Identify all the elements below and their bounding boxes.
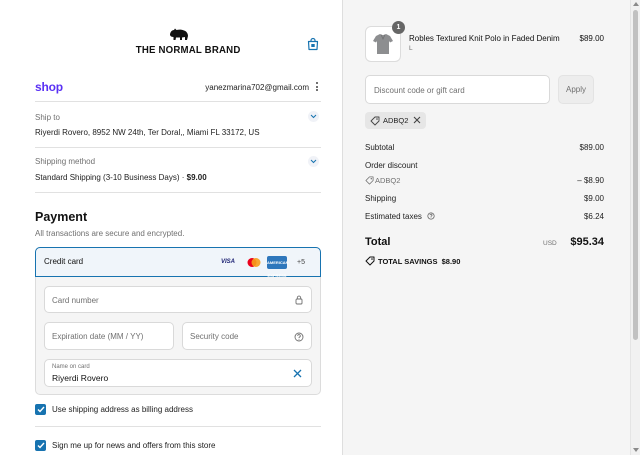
estimated-taxes-label: Estimated taxes xyxy=(365,212,435,221)
expiration-date-field[interactable]: Expiration date (MM / YY) xyxy=(44,322,174,350)
more-card-brands: +5 xyxy=(297,259,305,266)
ship-to-address: Riyerdi Rovero, 8952 NW 24th, Ter Doral,… xyxy=(35,128,260,137)
billing-same-label: Use shipping address as billing address xyxy=(52,405,193,414)
help-icon[interactable] xyxy=(427,212,435,220)
newsletter-checkbox[interactable] xyxy=(35,440,46,451)
checkmark-icon xyxy=(37,442,45,449)
subtotal-label: Subtotal xyxy=(365,143,395,152)
security-code-placeholder: Security code xyxy=(190,332,239,341)
ship-to-expand-button[interactable] xyxy=(308,111,319,122)
shipping-method-value: Standard Shipping (3-10 Business Days) ·… xyxy=(35,173,207,182)
security-code-field[interactable]: Security code xyxy=(182,322,312,350)
checkmark-icon xyxy=(37,406,45,413)
checkout-main-panel: THE NORMAL BRAND shop yanezmarina702@gma… xyxy=(0,0,343,455)
card-number-field[interactable]: Card number xyxy=(44,286,312,313)
page-scrollbar[interactable] xyxy=(630,0,640,455)
name-on-card-field[interactable]: Name on card Riyerdi Rovero xyxy=(44,359,312,387)
card-number-placeholder: Card number xyxy=(52,296,99,305)
brand-name: THE NORMAL BRAND xyxy=(135,44,241,56)
shipping-method-label: Shipping method xyxy=(35,157,96,166)
newsletter-label: Sign me up for news and offers from this… xyxy=(52,441,216,450)
expiration-placeholder: Expiration date (MM / YY) xyxy=(52,332,144,341)
applied-discount-tag: ADBQ2 xyxy=(365,112,426,129)
divider xyxy=(35,101,321,102)
scroll-up-arrow-icon[interactable] xyxy=(633,2,639,6)
shipping-label: Shipping xyxy=(365,194,397,203)
name-on-card-value: Riyerdi Rovero xyxy=(52,373,109,383)
total-value: $95.34 xyxy=(570,236,604,248)
product-variant: L xyxy=(409,45,413,52)
credit-card-option[interactable]: Credit card VISA AMERICAN EXPRESS +5 xyxy=(35,247,321,278)
shopping-bag-icon[interactable] xyxy=(306,37,320,51)
total-label: Total xyxy=(365,236,391,248)
total-currency: USD xyxy=(543,240,557,247)
remove-discount-icon[interactable] xyxy=(413,116,421,124)
account-menu-icon[interactable] xyxy=(315,82,319,92)
discount-placeholder: Discount code or gift card xyxy=(374,86,465,95)
shipping-method-expand-button[interactable] xyxy=(308,156,319,167)
product-price: $89.00 xyxy=(579,34,604,43)
clear-icon[interactable] xyxy=(293,369,302,378)
account-email: yanezmarina702@gmail.com xyxy=(205,83,309,92)
divider xyxy=(35,426,321,427)
subtotal-value: $89.00 xyxy=(579,143,604,152)
order-discount-code: ADBQ2 xyxy=(375,176,401,185)
credit-card-label: Credit card xyxy=(44,257,84,266)
shipping-value: $9.00 xyxy=(583,194,604,203)
lock-icon xyxy=(295,295,303,305)
divider xyxy=(35,147,321,148)
mastercard-logo-icon xyxy=(244,256,264,269)
estimated-taxes-value: $6.24 xyxy=(583,212,604,221)
tag-icon xyxy=(365,176,374,185)
savings-tag-icon xyxy=(365,256,375,266)
product-name: Robles Textured Knit Polo in Faded Denim xyxy=(409,34,560,43)
scroll-down-arrow-icon[interactable] xyxy=(633,448,639,452)
brand-header[interactable]: THE NORMAL BRAND xyxy=(132,28,241,56)
bear-logo-icon xyxy=(170,28,188,40)
shop-pay-logo: shop xyxy=(35,80,63,94)
ship-to-label: Ship to xyxy=(35,113,60,122)
total-savings: TOTAL SAVINGS $8.90 xyxy=(378,257,461,266)
amex-logo-icon: AMERICAN EXPRESS xyxy=(267,256,289,278)
discount-code-input[interactable]: Discount code or gift card xyxy=(365,75,550,104)
order-summary-panel xyxy=(343,0,630,455)
order-discount-label: Order discount xyxy=(365,161,418,170)
credit-card-panel: Credit card VISA AMERICAN EXPRESS +5 Car… xyxy=(35,247,321,395)
name-on-card-label: Name on card xyxy=(52,364,90,370)
applied-discount-code: ADBQ2 xyxy=(383,116,409,125)
quantity-badge: 1 xyxy=(392,21,405,34)
chevron-down-icon xyxy=(310,114,317,119)
order-discount-value: – $8.90 xyxy=(577,176,604,185)
visa-logo-icon: VISA xyxy=(220,259,235,265)
payment-subtitle: All transactions are secure and encrypte… xyxy=(35,229,185,238)
help-icon[interactable] xyxy=(294,332,304,342)
billing-same-checkbox[interactable] xyxy=(35,404,46,415)
divider xyxy=(35,192,321,193)
chevron-down-icon xyxy=(310,159,317,164)
total-savings-value: $8.90 xyxy=(441,257,461,266)
payment-title: Payment xyxy=(35,210,88,224)
shipping-method-price: $9.00 xyxy=(186,173,207,182)
scrollbar-thumb[interactable] xyxy=(633,10,638,340)
apply-discount-button[interactable]: Apply xyxy=(558,75,594,104)
tag-icon xyxy=(370,116,380,126)
